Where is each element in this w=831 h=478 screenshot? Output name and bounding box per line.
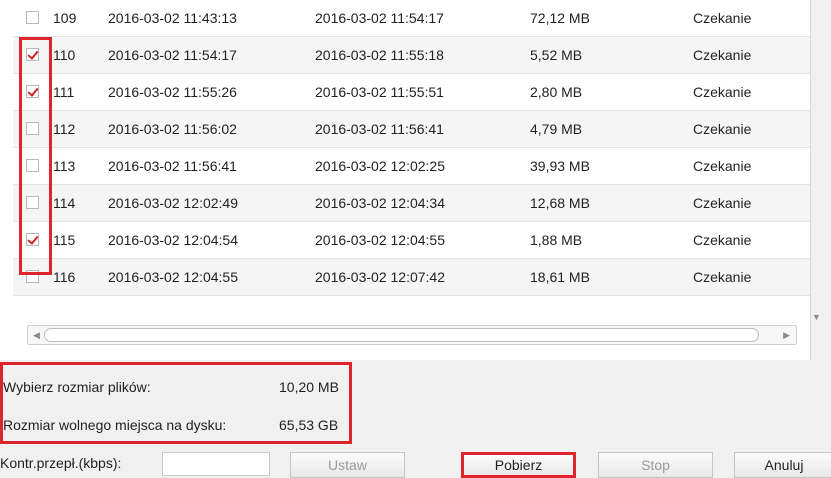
table-row[interactable]: 109 2016-03-02 11:43:13 2016-03-02 11:54… bbox=[13, 0, 810, 37]
table-row[interactable]: 111 2016-03-02 11:55:26 2016-03-02 11:55… bbox=[13, 74, 810, 111]
status-text: Czekanie bbox=[693, 121, 752, 137]
start-time: 2016-03-02 12:02:49 bbox=[108, 195, 238, 211]
selected-size-label: Wybierz rozmiar plików: bbox=[3, 379, 151, 395]
selected-size-value: 10,20 MB bbox=[279, 379, 339, 395]
file-id: 116 bbox=[53, 269, 76, 285]
file-size: 39,93 MB bbox=[530, 158, 590, 174]
end-time: 2016-03-02 12:02:25 bbox=[315, 158, 445, 174]
table-row[interactable]: 115 2016-03-02 12:04:54 2016-03-02 12:04… bbox=[13, 222, 810, 259]
end-time: 2016-03-02 12:07:42 bbox=[315, 269, 445, 285]
start-time: 2016-03-02 11:56:02 bbox=[108, 121, 237, 137]
file-size: 1,88 MB bbox=[530, 232, 583, 248]
file-size: 72,12 MB bbox=[530, 10, 590, 26]
table-row[interactable]: 113 2016-03-02 11:56:41 2016-03-02 12:02… bbox=[13, 148, 810, 185]
download-list-panel: 109 2016-03-02 11:43:13 2016-03-02 11:54… bbox=[0, 0, 811, 360]
bandwidth-label: Kontr.przepł.(kbps): bbox=[0, 455, 122, 471]
file-table: 109 2016-03-02 11:43:13 2016-03-02 11:54… bbox=[13, 0, 810, 296]
stop-button[interactable]: Stop bbox=[598, 452, 713, 478]
file-size: 5,52 MB bbox=[530, 47, 583, 63]
start-time: 2016-03-02 11:43:13 bbox=[108, 10, 237, 26]
free-space-label: Rozmiar wolnego miejsca na dysku: bbox=[3, 417, 227, 433]
end-time: 2016-03-02 11:55:51 bbox=[315, 84, 444, 100]
start-time: 2016-03-02 12:04:55 bbox=[108, 269, 238, 285]
file-id: 111 bbox=[53, 84, 75, 100]
status-text: Czekanie bbox=[693, 232, 752, 248]
table-row[interactable]: 110 2016-03-02 11:54:17 2016-03-02 11:55… bbox=[13, 37, 810, 74]
start-time: 2016-03-02 11:56:41 bbox=[108, 158, 237, 174]
table-row[interactable]: 112 2016-03-02 11:56:02 2016-03-02 11:56… bbox=[13, 111, 810, 148]
file-id: 114 bbox=[53, 195, 76, 211]
end-time: 2016-03-02 12:04:34 bbox=[315, 195, 445, 211]
file-size: 12,68 MB bbox=[530, 195, 590, 211]
checkbox-highlight-box bbox=[19, 37, 52, 275]
scroll-right-icon[interactable]: ▶ bbox=[783, 327, 790, 343]
pobierz-button[interactable]: Pobierz bbox=[461, 452, 576, 478]
end-time: 2016-03-02 12:04:55 bbox=[315, 232, 445, 248]
status-text: Czekanie bbox=[693, 158, 752, 174]
file-id: 115 bbox=[53, 232, 76, 248]
bandwidth-input[interactable] bbox=[162, 452, 270, 476]
start-time: 2016-03-02 11:55:26 bbox=[108, 84, 237, 100]
file-size: 4,79 MB bbox=[530, 121, 583, 137]
file-id: 109 bbox=[53, 10, 77, 26]
horizontal-scrollbar[interactable]: ◀ ▶ bbox=[27, 325, 797, 345]
file-id: 110 bbox=[53, 47, 76, 63]
table-row[interactable]: 114 2016-03-02 12:02:49 2016-03-02 12:04… bbox=[13, 185, 810, 222]
status-text: Czekanie bbox=[693, 47, 752, 63]
scroll-down-icon[interactable]: ▼ bbox=[812, 312, 821, 322]
anuluj-button[interactable]: Anuluj bbox=[734, 452, 831, 478]
size-info-box: Wybierz rozmiar plików: 10,20 MB Rozmiar… bbox=[0, 362, 352, 444]
status-text: Czekanie bbox=[693, 195, 752, 211]
end-time: 2016-03-02 11:55:18 bbox=[315, 47, 444, 63]
file-id: 112 bbox=[53, 121, 76, 137]
start-time: 2016-03-02 12:04:54 bbox=[108, 232, 238, 248]
free-space-value: 65,53 GB bbox=[279, 417, 339, 433]
end-time: 2016-03-02 11:56:41 bbox=[315, 121, 444, 137]
scroll-thumb[interactable] bbox=[44, 328, 759, 342]
status-text: Czekanie bbox=[693, 10, 752, 26]
bottom-toolbar: Kontr.przepł.(kbps): Ustaw Pobierz Stop … bbox=[0, 446, 831, 478]
status-text: Czekanie bbox=[693, 269, 752, 285]
file-size: 2,80 MB bbox=[530, 84, 583, 100]
table-row[interactable]: 116 2016-03-02 12:04:55 2016-03-02 12:07… bbox=[13, 259, 810, 296]
ustaw-button[interactable]: Ustaw bbox=[290, 452, 405, 478]
file-size: 18,61 MB bbox=[530, 269, 590, 285]
file-id: 113 bbox=[53, 158, 76, 174]
status-text: Czekanie bbox=[693, 84, 752, 100]
row-checkbox[interactable] bbox=[26, 11, 39, 24]
end-time: 2016-03-02 11:54:17 bbox=[315, 10, 444, 26]
scroll-left-icon[interactable]: ◀ bbox=[33, 327, 40, 343]
start-time: 2016-03-02 11:54:17 bbox=[108, 47, 237, 63]
